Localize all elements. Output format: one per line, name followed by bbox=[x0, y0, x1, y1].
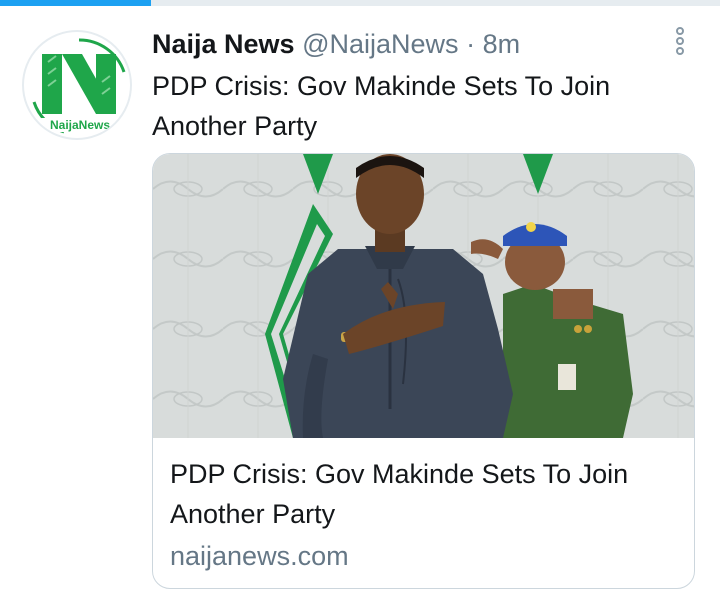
logo-text: NaijaNews bbox=[50, 118, 110, 132]
card-title[interactable]: PDP Crisis: Gov Makinde Sets To Join Ano… bbox=[170, 454, 680, 534]
avatar[interactable]: NaijaNews bbox=[22, 30, 132, 140]
tweet-header: Naija News @NaijaNews · 8m bbox=[152, 26, 520, 62]
progress-fill bbox=[0, 0, 152, 6]
more-options-icon[interactable] bbox=[666, 25, 694, 61]
card-domain[interactable]: naijanews.com bbox=[170, 538, 349, 574]
article-photo[interactable] bbox=[153, 154, 695, 438]
author-name[interactable]: Naija News bbox=[152, 29, 295, 59]
header-separator: · bbox=[466, 29, 476, 59]
tweet-text: PDP Crisis: Gov Makinde Sets To Join Ano… bbox=[152, 71, 611, 141]
author-handle[interactable]: @NaijaNews bbox=[302, 29, 458, 59]
naija-news-logo-icon: NaijaNews bbox=[29, 37, 129, 137]
top-progress-bar bbox=[0, 0, 720, 6]
link-card[interactable]: PDP Crisis: Gov Makinde Sets To Join Ano… bbox=[152, 153, 695, 589]
timestamp[interactable]: 8m bbox=[483, 29, 521, 59]
